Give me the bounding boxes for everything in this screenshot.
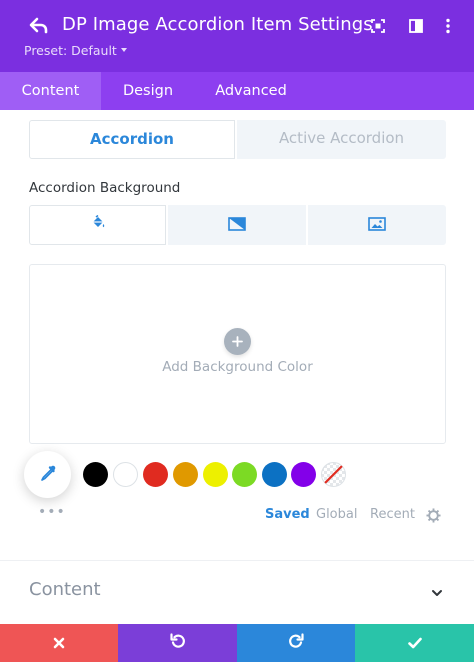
palette-tab-recent[interactable]: Recent — [370, 507, 415, 522]
background-type-tabs — [29, 205, 446, 245]
tab-accordion[interactable]: Accordion — [29, 120, 235, 159]
preset-dropdown[interactable]: Preset: Default — [24, 43, 127, 58]
tab-active-accordion[interactable]: Active Accordion — [237, 120, 446, 159]
undo-button[interactable] — [118, 624, 237, 662]
expand-icon[interactable] — [368, 16, 388, 36]
action-footer — [0, 624, 474, 662]
save-button[interactable] — [355, 624, 474, 662]
tab-background-color[interactable] — [29, 205, 166, 245]
state-toggle: Accordion Active Accordion — [29, 120, 446, 159]
background-color-preview[interactable]: Add Background Color — [29, 264, 446, 444]
tab-advanced[interactable]: Advanced — [201, 72, 301, 110]
no-color-icon — [321, 462, 346, 487]
sidebar-layout-icon[interactable] — [406, 16, 426, 36]
redo-button[interactable] — [237, 624, 355, 662]
paint-bucket-icon — [90, 214, 106, 235]
color-swatch-black[interactable] — [83, 462, 108, 487]
add-color-button[interactable] — [224, 328, 251, 355]
color-swatch-red[interactable] — [143, 462, 168, 487]
settings-header: DP Image Accordion Item Settings Preset:… — [0, 0, 474, 72]
color-swatch-green[interactable] — [232, 462, 257, 487]
color-swatch-purple[interactable] — [291, 462, 316, 487]
color-swatch-blue[interactable] — [262, 462, 287, 487]
close-icon — [53, 634, 65, 653]
preset-label: Preset: Default — [24, 43, 117, 58]
eyedropper-icon — [39, 464, 57, 486]
color-swatch-yellow[interactable] — [203, 462, 228, 487]
caret-down-icon — [120, 47, 127, 52]
tab-content[interactable]: Content — [0, 72, 101, 110]
palette-tab-global[interactable]: Global — [316, 507, 357, 522]
color-swatch-none[interactable] — [321, 462, 346, 487]
plus-icon — [232, 332, 243, 351]
tab-background-gradient[interactable] — [168, 205, 306, 245]
redo-icon — [288, 633, 304, 653]
palette-tab-saved[interactable]: Saved — [265, 507, 310, 522]
cancel-button[interactable] — [0, 624, 118, 662]
gear-icon[interactable] — [426, 508, 441, 523]
undo-icon — [169, 633, 186, 653]
more-colors-icon[interactable]: ••• — [38, 505, 66, 519]
color-swatch-white[interactable] — [113, 462, 138, 487]
back-arrow-icon[interactable] — [28, 15, 50, 37]
content-section-label: Content — [29, 579, 101, 600]
more-vertical-icon[interactable] — [438, 16, 458, 36]
background-label: Accordion Background — [29, 180, 181, 196]
image-icon — [368, 216, 386, 235]
tab-background-image[interactable] — [308, 205, 446, 245]
color-swatch-orange[interactable] — [173, 462, 198, 487]
add-background-color-label: Add Background Color — [162, 359, 313, 375]
content-section-toggle[interactable]: Content — [0, 561, 474, 623]
tab-design[interactable]: Design — [101, 72, 195, 110]
settings-tabs: Content Design Advanced — [0, 72, 474, 110]
checkmark-icon — [407, 634, 422, 653]
eyedropper-button[interactable] — [24, 451, 71, 498]
modal-title: DP Image Accordion Item Settings — [62, 14, 373, 35]
gradient-icon — [228, 216, 246, 235]
chevron-down-icon — [430, 585, 444, 599]
